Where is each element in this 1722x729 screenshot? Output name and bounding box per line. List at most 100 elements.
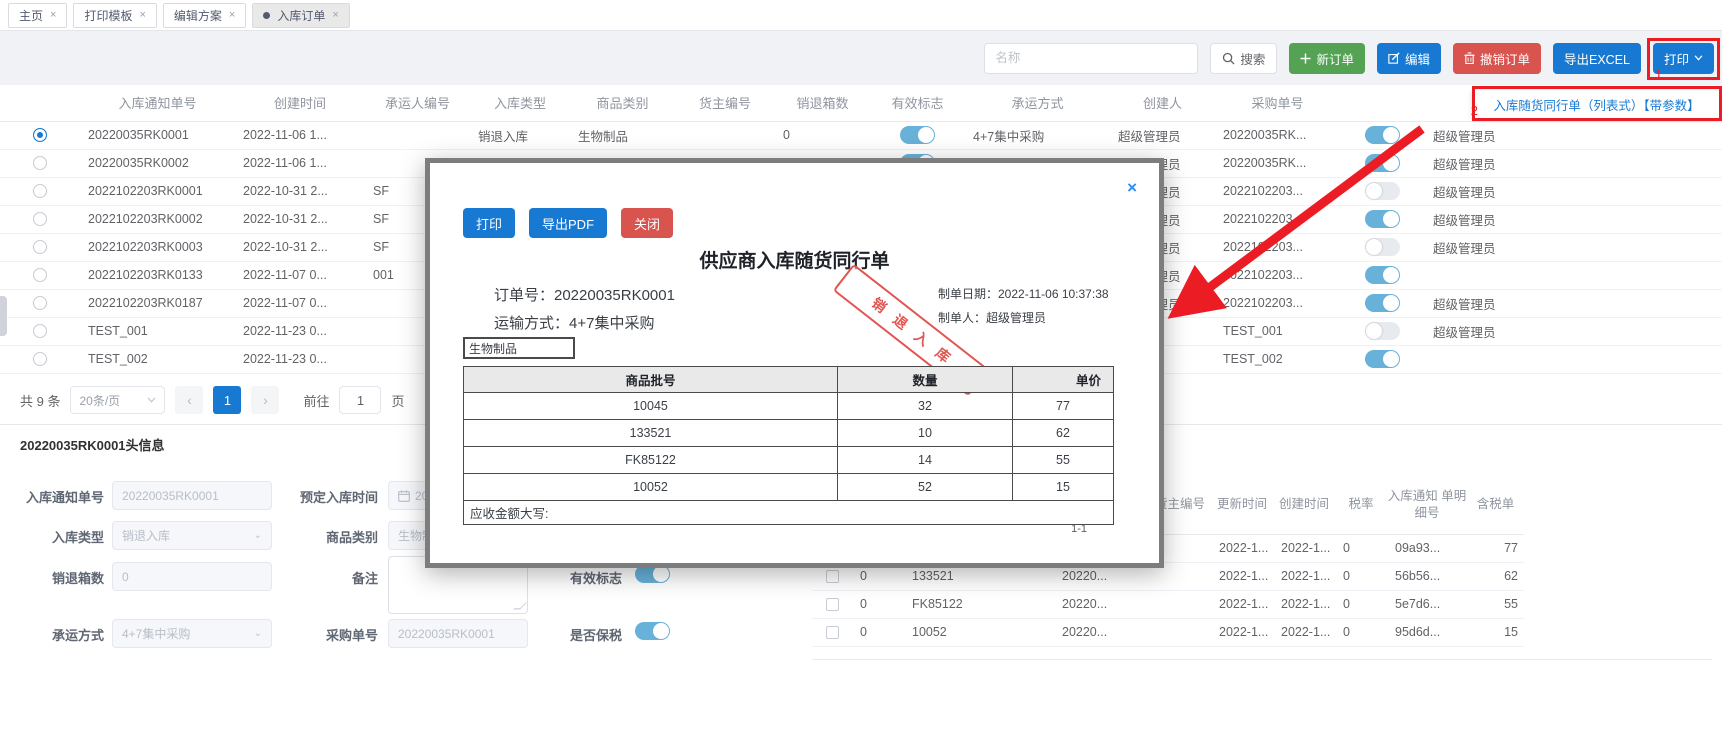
table-cell: 2022-1...	[1211, 562, 1273, 591]
detail-column-header: 含税单	[1467, 476, 1524, 535]
row-checkbox[interactable]	[825, 626, 839, 640]
table-cell	[1585, 233, 1722, 262]
table-cell: 5e7d6...	[1387, 590, 1467, 619]
current-page-button[interactable]: 1	[213, 386, 242, 414]
table-cell: 77	[1467, 534, 1524, 563]
table-cell: 超级管理员	[1425, 205, 1585, 234]
category-box: 生物制品	[463, 337, 575, 359]
goto-label: 前往	[303, 393, 330, 409]
export-excel-button[interactable]: 导出EXCEL	[1552, 42, 1641, 74]
row-toggle-switch[interactable]	[1365, 294, 1400, 312]
bonded-toggle[interactable]	[635, 622, 670, 640]
row-toggle-switch[interactable]	[1365, 154, 1400, 172]
detail-table-row[interactable]: 0 FK85122 20220... 2022-1... 2022-1... 0 5e7d6…	[812, 590, 1524, 619]
modal-close-button[interactable]: 关闭	[621, 208, 674, 238]
tab-close-icon[interactable]: ×	[50, 9, 56, 21]
new-order-button[interactable]: 新订单	[1289, 42, 1365, 74]
tab-close-icon[interactable]: ×	[229, 9, 235, 21]
bonded-label: 是否保税	[569, 628, 622, 643]
detail-table-bottom-line	[812, 659, 1712, 660]
row-radio-button[interactable]	[33, 352, 47, 367]
cancel-order-button[interactable]: 撤销订单	[1452, 42, 1541, 74]
row-radio-button[interactable]	[33, 296, 47, 311]
table-cell: 15	[1467, 618, 1524, 647]
orders-column-header: 创建人	[1110, 85, 1215, 122]
modal-export-pdf-button[interactable]: 导出PDF	[529, 208, 608, 238]
document-title: 供应商入库随货同行单	[699, 251, 890, 272]
page-size-value: 20条/页	[79, 393, 121, 408]
table-cell: 2022102203...	[1215, 177, 1340, 206]
document-table-cell: 10045	[463, 392, 838, 420]
row-radio-button[interactable]	[33, 128, 47, 143]
close-icon[interactable]: ×	[1127, 179, 1137, 196]
row-toggle-switch[interactable]	[1365, 322, 1400, 340]
row-toggle-switch[interactable]	[1365, 266, 1400, 284]
toggle-cell	[1340, 289, 1425, 318]
tab-bar: 主页 × 打印模板 × 编辑方案 × 入库订单 ×	[0, 0, 1722, 31]
row-toggle-switch[interactable]	[1365, 182, 1400, 200]
toggle-cell	[1340, 345, 1425, 374]
print-menu-item[interactable]: 入库随货同行单（列表式）【带参数】	[1473, 90, 1720, 118]
search-button[interactable]: 搜索	[1210, 42, 1278, 74]
row-select-cell	[0, 261, 80, 290]
orders-column-header	[0, 85, 80, 122]
table-cell: 56b56...	[1387, 562, 1467, 591]
table-cell: 2022-1...	[1273, 590, 1335, 619]
document-table-wrapper: 商品批号 数量 单价 10045 32 77 133521 10 62 FK85122 14 55 1…	[463, 366, 1114, 525]
row-radio-button[interactable]	[33, 268, 47, 283]
return-boxes-field[interactable]: 0	[112, 562, 272, 591]
detail-table-row[interactable]: 0 10052 20220... 2022-1... 2022-1... 0 95d6d..…	[812, 618, 1524, 647]
row-toggle-switch[interactable]	[1365, 238, 1400, 256]
row-radio-button[interactable]	[33, 324, 47, 339]
row-radio-button[interactable]	[33, 156, 47, 171]
table-cell	[1585, 317, 1722, 346]
table-cell: 超级管理员	[1425, 289, 1585, 318]
search-input[interactable]	[984, 42, 1199, 74]
row-checkbox[interactable]	[825, 570, 839, 584]
table-cell: 2022102203...	[1215, 289, 1340, 318]
drawer-handle[interactable]	[0, 296, 7, 336]
notice-no-value: 20220035RK0001	[122, 488, 219, 503]
document-table-cell: 32	[837, 392, 1013, 420]
storage-type-select[interactable]: 销退入库 ⌄	[112, 521, 272, 550]
tab-0[interactable]: 主页 ×	[8, 2, 68, 28]
row-toggle-switch[interactable]	[1365, 350, 1400, 368]
prev-page-button[interactable]: ‹	[175, 386, 204, 414]
row-checkbox[interactable]	[825, 598, 839, 612]
return-boxes-label: 销退箱数	[51, 571, 104, 586]
edit-button[interactable]: 编辑	[1376, 42, 1441, 74]
row-radio-button[interactable]	[33, 184, 47, 199]
maker-line: 制单人：超级管理员	[938, 311, 1047, 325]
table-cell	[1585, 121, 1722, 150]
row-select-cell	[0, 177, 80, 206]
table-cell	[1425, 261, 1585, 290]
table-cell: 2022-11-06 1...	[235, 121, 365, 150]
make-date-line: 制单日期：2022-11-06 10:37:38	[938, 287, 1109, 301]
row-checkbox-cell	[812, 618, 852, 647]
document-table-cell: 77	[1012, 392, 1114, 420]
modal-print-button[interactable]: 打印	[463, 208, 516, 238]
table-cell: 2022-10-31 2...	[235, 177, 365, 206]
tab-close-icon[interactable]: ×	[332, 9, 338, 21]
purchase-no-field[interactable]: 20220035RK0001	[388, 619, 528, 648]
next-page-button[interactable]: ›	[251, 386, 280, 414]
tab-2[interactable]: 编辑方案 ×	[162, 2, 247, 28]
tab-3[interactable]: 入库订单 ×	[252, 2, 350, 28]
row-toggle-switch[interactable]	[1365, 210, 1400, 228]
row-toggle-switch[interactable]	[1365, 126, 1400, 144]
tab-label: 编辑方案	[173, 8, 222, 23]
tab-1[interactable]: 打印模板 ×	[73, 2, 157, 28]
goods-category-label: 商品类别	[325, 530, 378, 545]
tab-close-icon[interactable]: ×	[139, 9, 145, 21]
page-size-select[interactable]: 20条/页	[70, 386, 166, 414]
carry-mode-select[interactable]: 4+7集中采购 ⌄	[112, 619, 272, 648]
select-arrow-icon	[148, 397, 156, 403]
app-window: 主页 × 打印模板 × 编辑方案 × 入库订单 × 搜索 新订单 编辑 撤销订单 导出EXCE…	[0, 0, 1722, 729]
table-row[interactable]: 20220035RK0001 2022-11-06 1... 销退入库 生物制品 0 4+…	[0, 121, 1722, 150]
row-radio-button[interactable]	[33, 212, 47, 227]
notice-no-field[interactable]: 20220035RK0001	[112, 481, 272, 510]
row-radio-button[interactable]	[33, 240, 47, 255]
row-toggle-switch[interactable]	[900, 126, 935, 144]
table-cell: 0	[1335, 618, 1387, 647]
goto-page-input[interactable]	[339, 386, 382, 414]
